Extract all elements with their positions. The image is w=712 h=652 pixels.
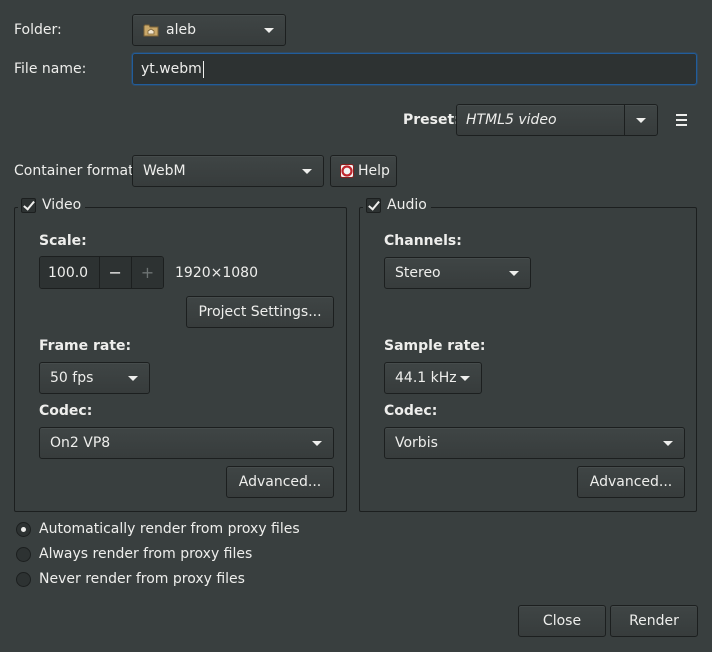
preset-combo[interactable]: HTML5 video [456, 104, 658, 136]
scale-input[interactable]: 100.0 [40, 257, 99, 288]
help-lifebuoy-icon [340, 164, 354, 178]
plus-icon[interactable]: + [130, 257, 163, 288]
filename-value: yt.webm [141, 61, 202, 77]
framerate-value: 50 fps [50, 370, 94, 386]
container-format-combo[interactable]: WebM [132, 155, 324, 187]
video-checkbox[interactable] [21, 197, 36, 213]
channels-combo[interactable]: Stereo [384, 257, 531, 289]
audio-checkbox[interactable] [366, 197, 381, 213]
proxy-option-label: Never render from proxy files [39, 571, 245, 587]
proxy-option-label: Always render from proxy files [39, 546, 253, 562]
audio-toggle[interactable]: Audio [363, 195, 431, 215]
radio-button[interactable] [16, 521, 31, 537]
minus-icon[interactable]: − [98, 257, 131, 288]
channels-value: Stereo [395, 265, 441, 281]
close-button[interactable]: Close [518, 605, 606, 637]
hamburger-menu-icon[interactable] [676, 114, 687, 129]
radio-button[interactable] [16, 571, 31, 587]
folder-chooser[interactable]: aleb [132, 14, 286, 46]
folder-home-icon [143, 23, 159, 37]
framerate-combo[interactable]: 50 fps [39, 362, 150, 394]
chevron-down-icon [509, 270, 519, 276]
video-advanced-button[interactable]: Advanced... [226, 466, 334, 498]
chevron-down-icon [636, 117, 646, 123]
scale-spinbutton[interactable]: 100.0 − + [39, 256, 164, 289]
filename-input[interactable]: yt.webm [132, 53, 697, 85]
combo-separator [624, 105, 625, 135]
proxy-option-never[interactable]: Never render from proxy files [16, 570, 245, 588]
samplerate-label: Sample rate: [384, 338, 486, 354]
preset-value: HTML5 video [466, 112, 557, 128]
chevron-down-icon [312, 440, 322, 446]
render-button[interactable]: Render [610, 605, 698, 637]
chevron-down-icon [128, 375, 138, 381]
video-codec-label: Codec: [39, 403, 93, 419]
video-codec-value: On2 VP8 [50, 435, 111, 451]
folder-value: aleb [166, 22, 196, 38]
framerate-label: Frame rate: [39, 338, 132, 354]
audio-title: Audio [387, 197, 427, 213]
video-codec-combo[interactable]: On2 VP8 [39, 427, 334, 459]
help-button[interactable]: Help [330, 155, 397, 187]
project-settings-button[interactable]: Project Settings... [186, 296, 334, 328]
audio-codec-value: Vorbis [395, 435, 438, 451]
filename-label: File name: [14, 61, 87, 77]
audio-codec-combo[interactable]: Vorbis [384, 427, 685, 459]
chevron-down-icon [264, 27, 274, 33]
container-format-label: Container format: [14, 163, 139, 179]
proxy-option-automatic[interactable]: Automatically render from proxy files [16, 520, 300, 538]
chevron-down-icon [460, 375, 470, 381]
folder-label: Folder: [14, 22, 62, 38]
help-label: Help [358, 163, 390, 179]
samplerate-value: 44.1 kHz [395, 370, 457, 386]
proxy-option-label: Automatically render from proxy files [39, 521, 300, 537]
radio-button[interactable] [16, 546, 31, 562]
scale-label: Scale: [39, 233, 87, 249]
container-format-value: WebM [143, 163, 186, 179]
channels-label: Channels: [384, 233, 462, 249]
video-title: Video [42, 197, 82, 213]
text-caret [202, 60, 204, 78]
proxy-option-always[interactable]: Always render from proxy files [16, 545, 252, 563]
preset-label: Preset: [403, 112, 460, 128]
audio-advanced-button[interactable]: Advanced... [577, 466, 685, 498]
resolution-text: 1920×1080 [175, 265, 258, 281]
samplerate-combo[interactable]: 44.1 kHz [384, 362, 482, 394]
chevron-down-icon [302, 168, 312, 174]
video-toggle[interactable]: Video [18, 195, 86, 215]
chevron-down-icon [663, 440, 673, 446]
audio-codec-label: Codec: [384, 403, 438, 419]
